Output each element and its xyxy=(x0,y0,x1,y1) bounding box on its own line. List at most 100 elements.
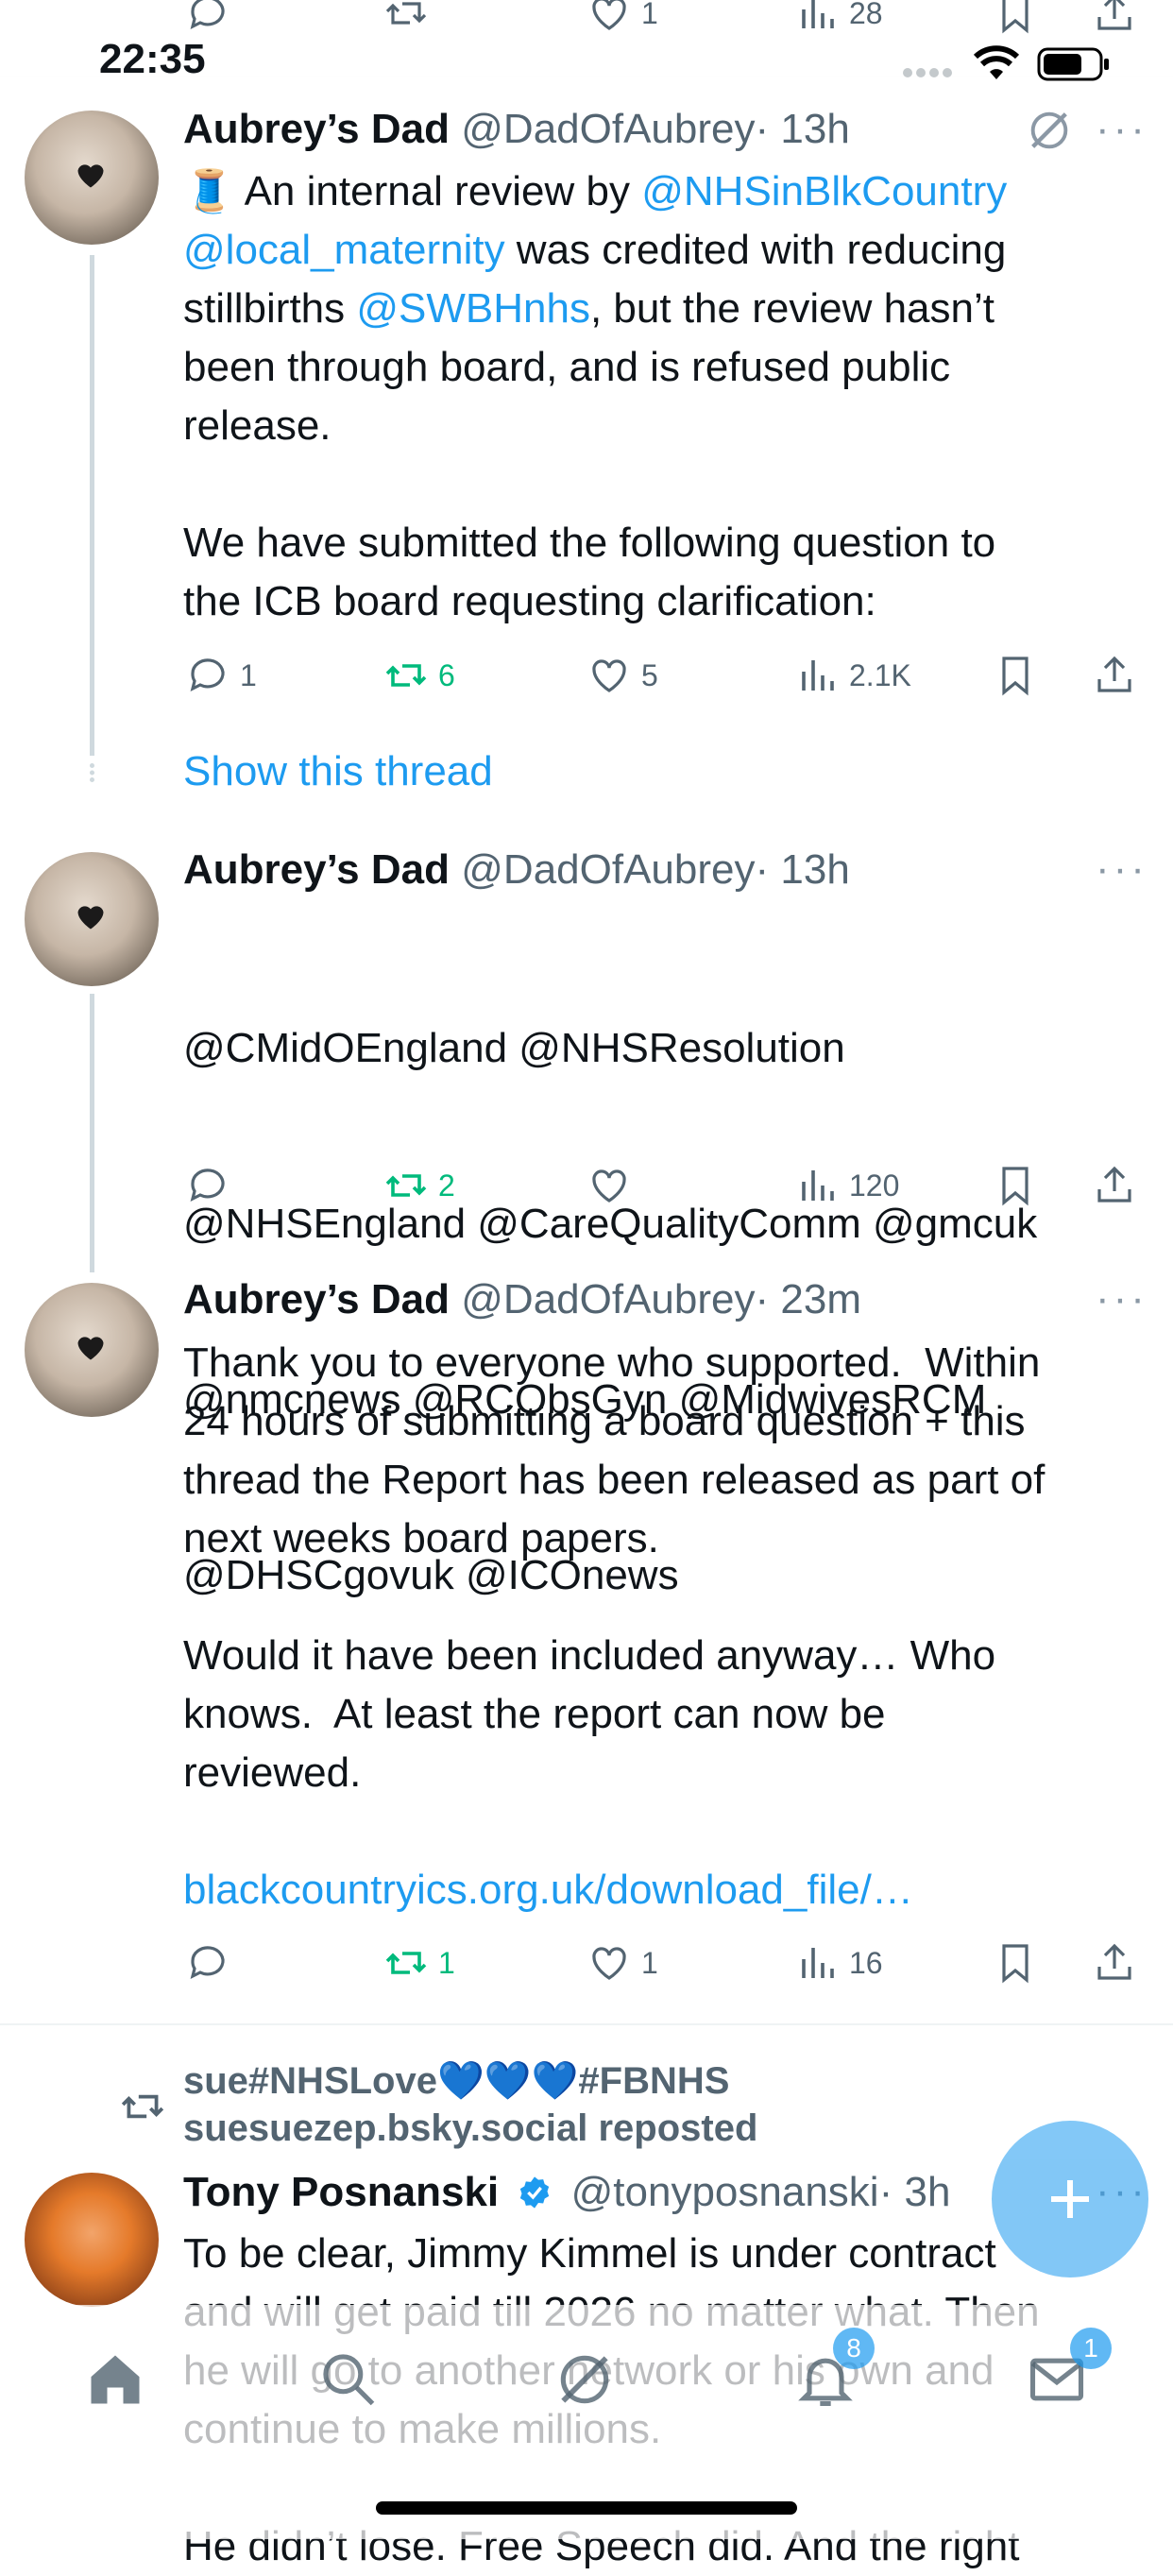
thread-line xyxy=(90,763,94,782)
reply-icon xyxy=(190,0,225,29)
like-count: 1 xyxy=(641,1945,658,1980)
reply-button[interactable]: 1 xyxy=(185,647,257,704)
timestamp[interactable]: · 13h xyxy=(756,846,850,893)
bookmark-button[interactable] xyxy=(993,1935,1038,1991)
avatar[interactable] xyxy=(25,1283,159,1417)
tweet-actions: 1 1 16 xyxy=(185,1935,1156,1991)
thread-line xyxy=(90,255,94,756)
grok-icon xyxy=(560,2355,609,2404)
display-name[interactable]: Aubrey’s Dad xyxy=(183,846,450,893)
bookmark-icon xyxy=(1002,657,1028,696)
retweet-icon xyxy=(385,2,427,25)
notifications-badge: 8 xyxy=(833,2328,875,2369)
like-button[interactable]: 5 xyxy=(586,647,658,704)
tweet-actions: 2 120 xyxy=(185,1157,1156,1214)
reply-button[interactable] xyxy=(185,1157,240,1214)
search-icon xyxy=(323,2354,375,2406)
handle[interactable]: @DadOfAubrey xyxy=(461,846,755,893)
like-count: 5 xyxy=(641,657,658,692)
views-icon xyxy=(802,1170,834,1201)
share-icon xyxy=(1097,1943,1131,1980)
mention-link[interactable]: @SWBHnhs xyxy=(356,285,590,332)
retweet-icon xyxy=(385,1952,427,1974)
like-button[interactable]: 1 xyxy=(586,0,658,42)
mention-links[interactable]: @CMidOEngland @NHSResolution xyxy=(183,1019,1156,1078)
retweet-count: 6 xyxy=(438,657,455,692)
display-name[interactable]: Aubrey’s Dad xyxy=(183,1276,450,1322)
battery-icon xyxy=(1037,47,1111,81)
repost-user[interactable]: sue#NHSLove💙💙💙#FBNHS xyxy=(183,2057,757,2105)
bookmark-button[interactable] xyxy=(993,647,1038,704)
views-button[interactable]: 16 xyxy=(794,1935,883,1991)
views-count: 16 xyxy=(849,1945,883,1980)
plus-icon xyxy=(1051,2180,1089,2218)
share-button[interactable] xyxy=(1092,647,1137,704)
timestamp[interactable]: · 23m xyxy=(756,1276,861,1322)
like-button[interactable] xyxy=(586,1157,641,1214)
retweet-button[interactable]: 6 xyxy=(383,647,455,704)
share-button[interactable] xyxy=(1092,0,1137,42)
retweet-button[interactable] xyxy=(383,0,429,42)
share-icon xyxy=(1097,1166,1131,1203)
compose-button[interactable] xyxy=(992,2121,1148,2277)
bookmark-icon xyxy=(1002,1167,1028,1206)
retweet-count: 2 xyxy=(438,1168,455,1203)
views-button[interactable]: 28 xyxy=(794,0,883,42)
display-name[interactable]: Aubrey’s Dad xyxy=(183,106,450,152)
search-tab[interactable] xyxy=(316,2347,381,2412)
repost-icon xyxy=(119,2083,166,2130)
handle[interactable]: @tonyposnanski xyxy=(571,2169,879,2215)
divider xyxy=(0,2023,1173,2025)
heart-icon xyxy=(592,1169,626,1203)
timestamp[interactable]: · 3h xyxy=(879,2169,951,2215)
verified-badge-icon xyxy=(520,2176,550,2209)
mention-link[interactable]: @local_maternity xyxy=(183,227,505,273)
home-tab[interactable] xyxy=(83,2347,147,2412)
more-options-icon[interactable]: ··· xyxy=(1096,1275,1148,1322)
avatar[interactable] xyxy=(25,852,159,986)
share-button[interactable] xyxy=(1092,1157,1137,1214)
signal-icon xyxy=(902,66,959,77)
external-link[interactable]: blackcountryics.org.uk/download_file/… xyxy=(183,1861,913,1919)
bookmark-button[interactable] xyxy=(993,1157,1038,1214)
home-indicator xyxy=(376,2501,797,2515)
messages-badge: 1 xyxy=(1070,2328,1112,2369)
heart-stone-icon xyxy=(77,1337,104,1360)
retweet-button[interactable]: 2 xyxy=(383,1157,455,1214)
timestamp[interactable]: · 13h xyxy=(756,106,850,152)
share-button[interactable] xyxy=(1092,1935,1137,1991)
tweet-header: Tony Posnanski @tonyposnanski· 3h xyxy=(183,2163,950,2222)
bookmark-icon xyxy=(1002,0,1028,34)
bookmark-button[interactable] xyxy=(993,0,1038,42)
avatar[interactable] xyxy=(25,111,159,245)
views-icon xyxy=(802,0,834,28)
repost-context[interactable]: sue#NHSLove💙💙💙#FBNHS suesuezep.bsky.soci… xyxy=(183,2057,757,2152)
grok-icon[interactable] xyxy=(1025,106,1074,155)
reply-button[interactable] xyxy=(185,0,230,42)
display-name[interactable]: Tony Posnanski xyxy=(183,2169,499,2215)
avatar[interactable] xyxy=(25,2173,159,2307)
tweet-body: Thank you to everyone who supported. Wit… xyxy=(183,1339,1046,1796)
more-options-icon[interactable]: ··· xyxy=(1096,845,1148,893)
tweet-header: Aubrey’s Dad @DadOfAubrey· 13h xyxy=(183,100,850,159)
show-thread-link[interactable]: Show this thread xyxy=(183,748,493,795)
reply-icon xyxy=(190,1946,225,1979)
grok-tab[interactable] xyxy=(552,2347,617,2412)
thread-line xyxy=(90,994,94,1272)
handle[interactable]: @DadOfAubrey xyxy=(461,106,755,152)
reply-icon xyxy=(190,1169,225,1202)
retweet-button[interactable]: 1 xyxy=(383,1935,455,1991)
like-button[interactable]: 1 xyxy=(586,1935,658,1991)
reply-icon xyxy=(190,658,225,691)
home-icon xyxy=(91,2355,140,2404)
status-time: 22:35 xyxy=(99,36,206,82)
views-button[interactable]: 120 xyxy=(794,1157,899,1214)
reply-button[interactable] xyxy=(185,1935,240,1991)
handle[interactable]: @DadOfAubrey xyxy=(461,1276,755,1322)
reply-count: 1 xyxy=(240,657,257,692)
mention-link[interactable]: @NHSinBlkCountry xyxy=(641,168,1007,214)
share-icon xyxy=(1097,656,1131,692)
retweet-icon xyxy=(385,1174,427,1197)
views-button[interactable]: 2.1K xyxy=(794,647,911,704)
more-options-icon[interactable]: ··· xyxy=(1096,106,1148,153)
